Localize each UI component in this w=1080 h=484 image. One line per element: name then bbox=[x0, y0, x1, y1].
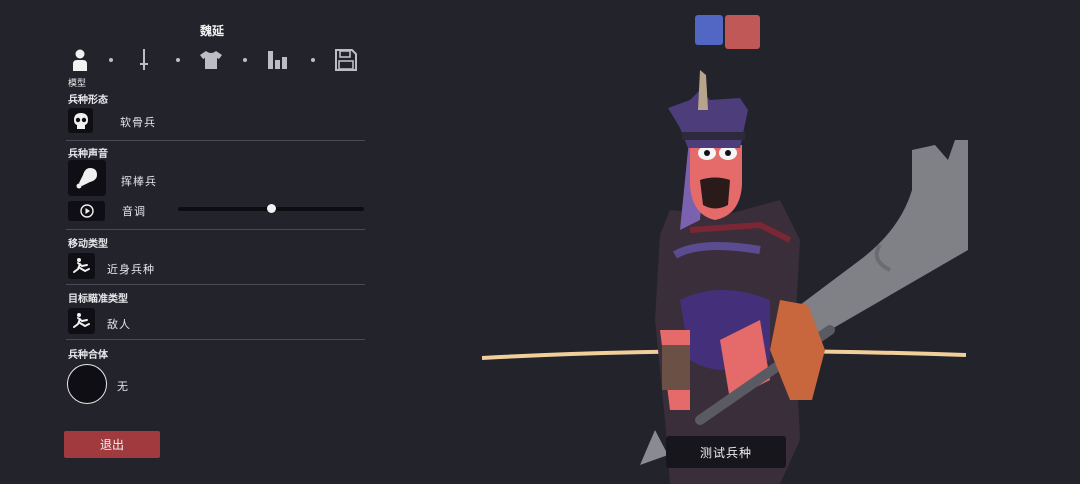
movement-icon-button[interactable] bbox=[68, 253, 95, 279]
unit-preview-scene bbox=[481, 70, 968, 484]
editor-tab-bar bbox=[66, 46, 366, 76]
fusion-value: 无 bbox=[117, 380, 129, 393]
drumstick-icon bbox=[76, 168, 97, 189]
play-icon bbox=[79, 204, 94, 218]
tab-separator-dot bbox=[243, 58, 247, 62]
voice-value[interactable]: 挥棒兵 bbox=[121, 173, 157, 189]
shirt-icon bbox=[200, 51, 222, 69]
section-divider bbox=[66, 284, 365, 285]
tab-separator-dot bbox=[311, 58, 315, 62]
sword-icon bbox=[140, 49, 148, 70]
section-divider bbox=[66, 140, 365, 141]
targeting-value[interactable]: 敌人 bbox=[107, 316, 131, 332]
team-blue-swatch[interactable] bbox=[695, 15, 723, 45]
form-section-title: 兵种形态 bbox=[68, 95, 108, 106]
form-icon-button[interactable] bbox=[68, 108, 93, 133]
test-unit-button[interactable]: 测试兵种 bbox=[666, 436, 786, 468]
movement-value[interactable]: 近身兵种 bbox=[107, 261, 155, 277]
skull-icon bbox=[73, 112, 88, 129]
pitch-label: 音调 bbox=[122, 205, 146, 218]
unit-editor-panel: 魏延 模型 兵种形态 软骨兵 兵种声音 挥棒兵 音调 移动类型 近身兵种 目标瞄… bbox=[0, 0, 380, 484]
fusion-slot[interactable] bbox=[67, 364, 107, 404]
pitch-slider[interactable] bbox=[178, 204, 364, 213]
section-divider bbox=[66, 339, 365, 340]
stats-icon bbox=[268, 51, 287, 69]
play-voice-button[interactable] bbox=[68, 201, 105, 221]
running-figure-icon bbox=[72, 258, 90, 273]
form-value[interactable]: 软骨兵 bbox=[120, 114, 156, 130]
tab-separator-dot bbox=[109, 58, 113, 62]
tab-stats[interactable] bbox=[264, 46, 292, 74]
person-icon bbox=[73, 49, 87, 71]
exit-button[interactable]: 退出 bbox=[64, 431, 160, 458]
pitch-slider-thumb[interactable] bbox=[267, 204, 276, 213]
fusion-section-title: 兵种合体 bbox=[68, 350, 108, 361]
running-figure-icon bbox=[72, 313, 90, 328]
targeting-section-title: 目标瞄准类型 bbox=[68, 294, 128, 305]
tab-weapons[interactable] bbox=[130, 46, 158, 74]
save-icon bbox=[335, 49, 357, 71]
active-tab-label: 模型 bbox=[68, 79, 87, 89]
tab-model[interactable] bbox=[66, 46, 94, 74]
unit-name-title: 魏延 bbox=[199, 24, 224, 38]
tab-separator-dot bbox=[176, 58, 180, 62]
voice-section-title: 兵种声音 bbox=[68, 149, 108, 160]
team-red-swatch[interactable] bbox=[725, 15, 760, 49]
voice-icon-button[interactable] bbox=[68, 160, 106, 196]
movement-section-title: 移动类型 bbox=[68, 239, 108, 250]
tab-clothing[interactable] bbox=[197, 46, 225, 74]
section-divider bbox=[66, 229, 365, 230]
targeting-icon-button[interactable] bbox=[68, 308, 95, 334]
tab-save[interactable] bbox=[332, 46, 360, 74]
